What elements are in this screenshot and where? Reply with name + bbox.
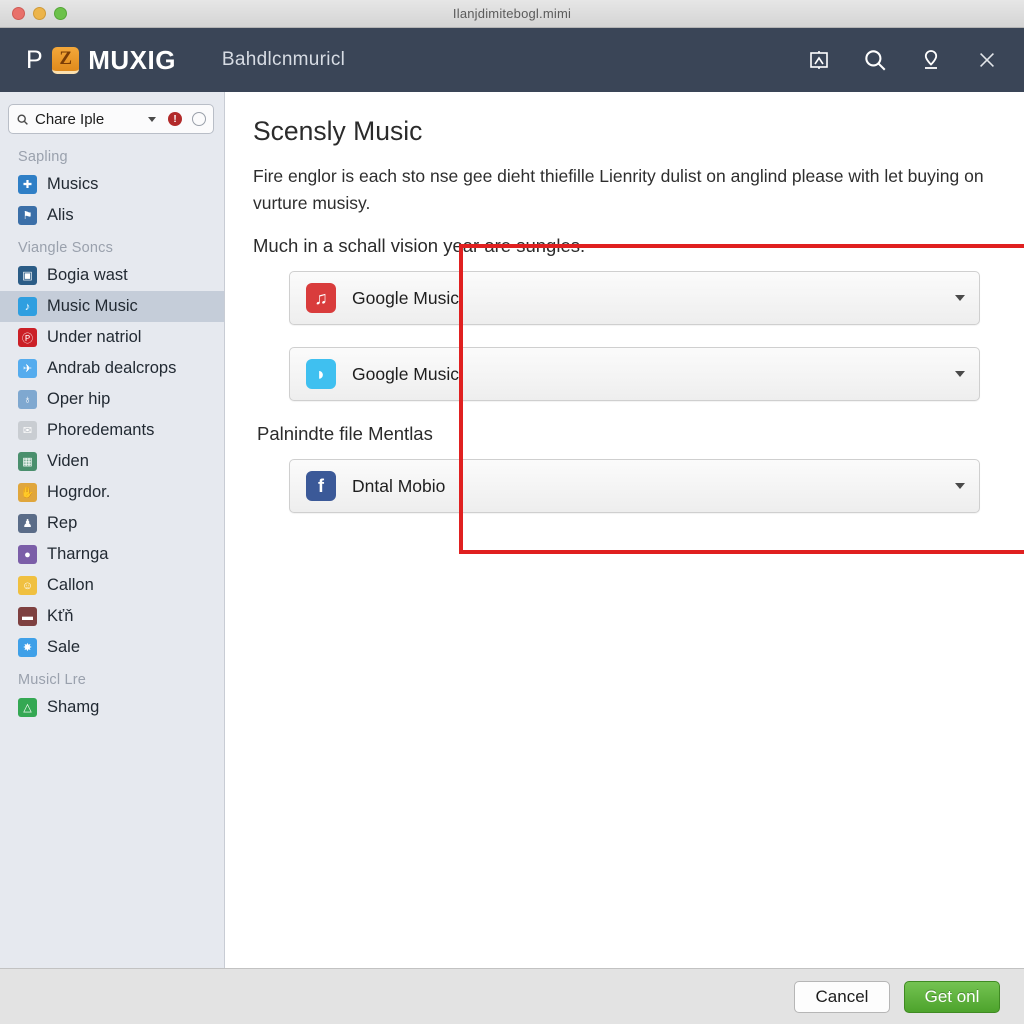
sidebar-item-label: Andrab dealcrops — [47, 359, 177, 377]
sidebar-item-hogrdor[interactable]: ✋ Hogrdor. — [0, 477, 224, 508]
music-note-icon: ♫ — [306, 283, 336, 314]
sidebar-item-label: Musics — [47, 175, 99, 193]
sidebar-item-label: Phoredemants — [47, 421, 155, 439]
main-content: Scensly Music Fire englor is each sto ns… — [225, 92, 1024, 968]
chevron-down-icon[interactable] — [955, 371, 965, 378]
sidebar-group-label: Sapling — [18, 149, 68, 165]
sidebar-group-label: Musicl Lre — [18, 672, 87, 688]
sidebar-item-andrab-dealcrops[interactable]: ✈ Andrab dealcrops — [0, 353, 224, 384]
sidebar-item-label: Rep — [47, 514, 78, 532]
sidebar-item-viden[interactable]: ▦ Viden — [0, 446, 224, 477]
drive-icon: △ — [18, 698, 37, 717]
app-header: P Z MUXIG Bahdlcnmuricl — [0, 28, 1024, 92]
section-heading: Palnindte file Mentlas — [257, 423, 433, 445]
puzzle-icon: ✚ — [18, 175, 37, 194]
photo-icon: ▦ — [18, 452, 37, 471]
dialog-footer: Cancel Get onl — [0, 968, 1024, 1024]
sidebar-item-label: Viden — [47, 452, 89, 470]
select-row-label: Google Music — [352, 363, 459, 384]
sidebar-item-rep[interactable]: ♟ Rep — [0, 508, 224, 539]
pin-icon[interactable] — [916, 45, 946, 75]
app-body: Chare Iple ! Sapling ✚ Musics ⚑ Alis Viangle … — [0, 92, 1024, 968]
window-icon: ▣ — [18, 266, 37, 285]
sidebar-item-label: Callon — [47, 576, 94, 594]
sidebar-item-label: Hogrdor. — [47, 483, 111, 501]
facebook-icon: f — [306, 471, 336, 502]
bird-blue-icon: ♪ — [18, 297, 37, 316]
sidebar-item-music-music[interactable]: ♪ Music Music — [0, 291, 224, 322]
sidebar-item-under-natriol[interactable]: Ⓟ Under natriol — [0, 322, 224, 353]
select-row-label: Dntal Mobio — [352, 475, 446, 496]
bird-icon: ◗ — [306, 359, 336, 390]
sidebar-item-callon[interactable]: ☺ Callon — [0, 570, 224, 601]
sidebar-item-label: Bogia wast — [47, 266, 128, 284]
close-icon[interactable] — [972, 45, 1002, 75]
sidebar-item-label: Oper hip — [47, 390, 111, 408]
sidebar-item-label: Music Music — [47, 297, 138, 315]
sidebar-item-label: Alis — [47, 206, 74, 224]
sparkle-icon: ✸ — [18, 638, 37, 657]
cancel-button[interactable]: Cancel — [794, 980, 890, 1013]
search-icon — [16, 113, 29, 126]
select-row[interactable]: ◗ Google Music — [289, 347, 980, 402]
globe-icon: ♁ — [18, 390, 37, 409]
sidebar-item-k[interactable]: ▬ Kťň — [0, 601, 224, 632]
chevron-down-icon[interactable] — [955, 295, 965, 302]
chevron-down-icon[interactable] — [148, 116, 156, 122]
sidebar: Chare Iple ! Sapling ✚ Musics ⚑ Alis Viangle … — [0, 92, 225, 968]
window-titlebar: Ilanjdimitebogl.mimi — [0, 0, 1024, 28]
person-icon: ♟ — [18, 514, 37, 533]
brand-logo[interactable]: P Z MUXIG — [26, 45, 176, 76]
hand-icon: ✋ — [18, 483, 37, 502]
emoji-icon: ☺ — [18, 576, 37, 595]
refresh-icon[interactable] — [192, 112, 206, 126]
sidebar-item-label: Under natriol — [47, 328, 142, 346]
page-title: Scensly Music — [253, 116, 423, 146]
select-row[interactable]: ♫ Google Music — [289, 271, 980, 326]
brand-badge-icon: Z — [52, 46, 80, 74]
chevron-down-icon[interactable] — [955, 483, 965, 490]
sidebar-item-musics[interactable]: ✚ Musics — [0, 169, 224, 200]
sphere-icon: ● — [18, 545, 37, 564]
sidebar-item-label: Kťň — [47, 607, 74, 625]
share-icon: ⚑ — [18, 206, 37, 225]
brand-prefix: P — [26, 45, 44, 74]
header-actions — [804, 45, 1002, 75]
sidebar-groups: Sapling ✚ Musics ⚑ Alis Viangle Soncs ▣ Bogia w… — [0, 140, 224, 723]
sidebar-item-shamg[interactable]: △ Shamg — [0, 692, 224, 723]
section-select-list: f Dntal Mobio — [253, 459, 996, 514]
sidebar-item-alis[interactable]: ⚑ Alis — [0, 200, 224, 231]
card-icon: ▬ — [18, 607, 37, 626]
get-online-button[interactable]: Get onl — [904, 980, 1000, 1013]
select-row[interactable]: f Dntal Mobio — [289, 459, 980, 514]
presentation-icon[interactable] — [804, 45, 834, 75]
select-row-label: Google Music — [352, 287, 459, 308]
sidebar-item-phoredemants[interactable]: ✉ Phoredemants — [0, 415, 224, 446]
sidebar-item-tharnga[interactable]: ● Tharnga — [0, 539, 224, 570]
pinterest-icon: Ⓟ — [18, 328, 37, 347]
search-icon[interactable] — [860, 45, 890, 75]
sidebar-item-label: Tharnga — [47, 545, 109, 563]
sub-heading: Much in a schall vision year are sungles… — [253, 235, 586, 257]
account-select-list: ♫ Google Music ◗ Google Music — [253, 271, 996, 402]
sidebar-item-label: Shamg — [47, 698, 100, 716]
app-window: Ilanjdimitebogl.mimi P Z MUXIG Bahdlcnmu… — [0, 0, 1024, 1024]
sidebar-item-bogia-wast[interactable]: ▣ Bogia wast — [0, 260, 224, 291]
window-title: Ilanjdimitebogl.mimi — [452, 6, 572, 21]
twitter-icon: ✈ — [18, 359, 37, 378]
sidebar-item-label: Sale — [47, 638, 81, 656]
sidebar-item-oper-hip[interactable]: ♁ Oper hip — [0, 384, 224, 415]
sidebar-group-label: Viangle Soncs — [18, 240, 114, 256]
intro-paragraph: Fire englor is each sto nse gee dieht th… — [253, 166, 984, 214]
brand-word: MUXIG — [88, 44, 176, 75]
search-input[interactable]: Chare Iple — [35, 111, 142, 128]
header-subtitle: Bahdlcnmuricl — [221, 49, 346, 70]
mail-icon: ✉ — [18, 421, 37, 440]
sidebar-search[interactable]: Chare Iple ! — [8, 104, 214, 134]
status-badge: ! — [168, 112, 182, 126]
sidebar-item-sale[interactable]: ✸ Sale — [0, 632, 224, 663]
